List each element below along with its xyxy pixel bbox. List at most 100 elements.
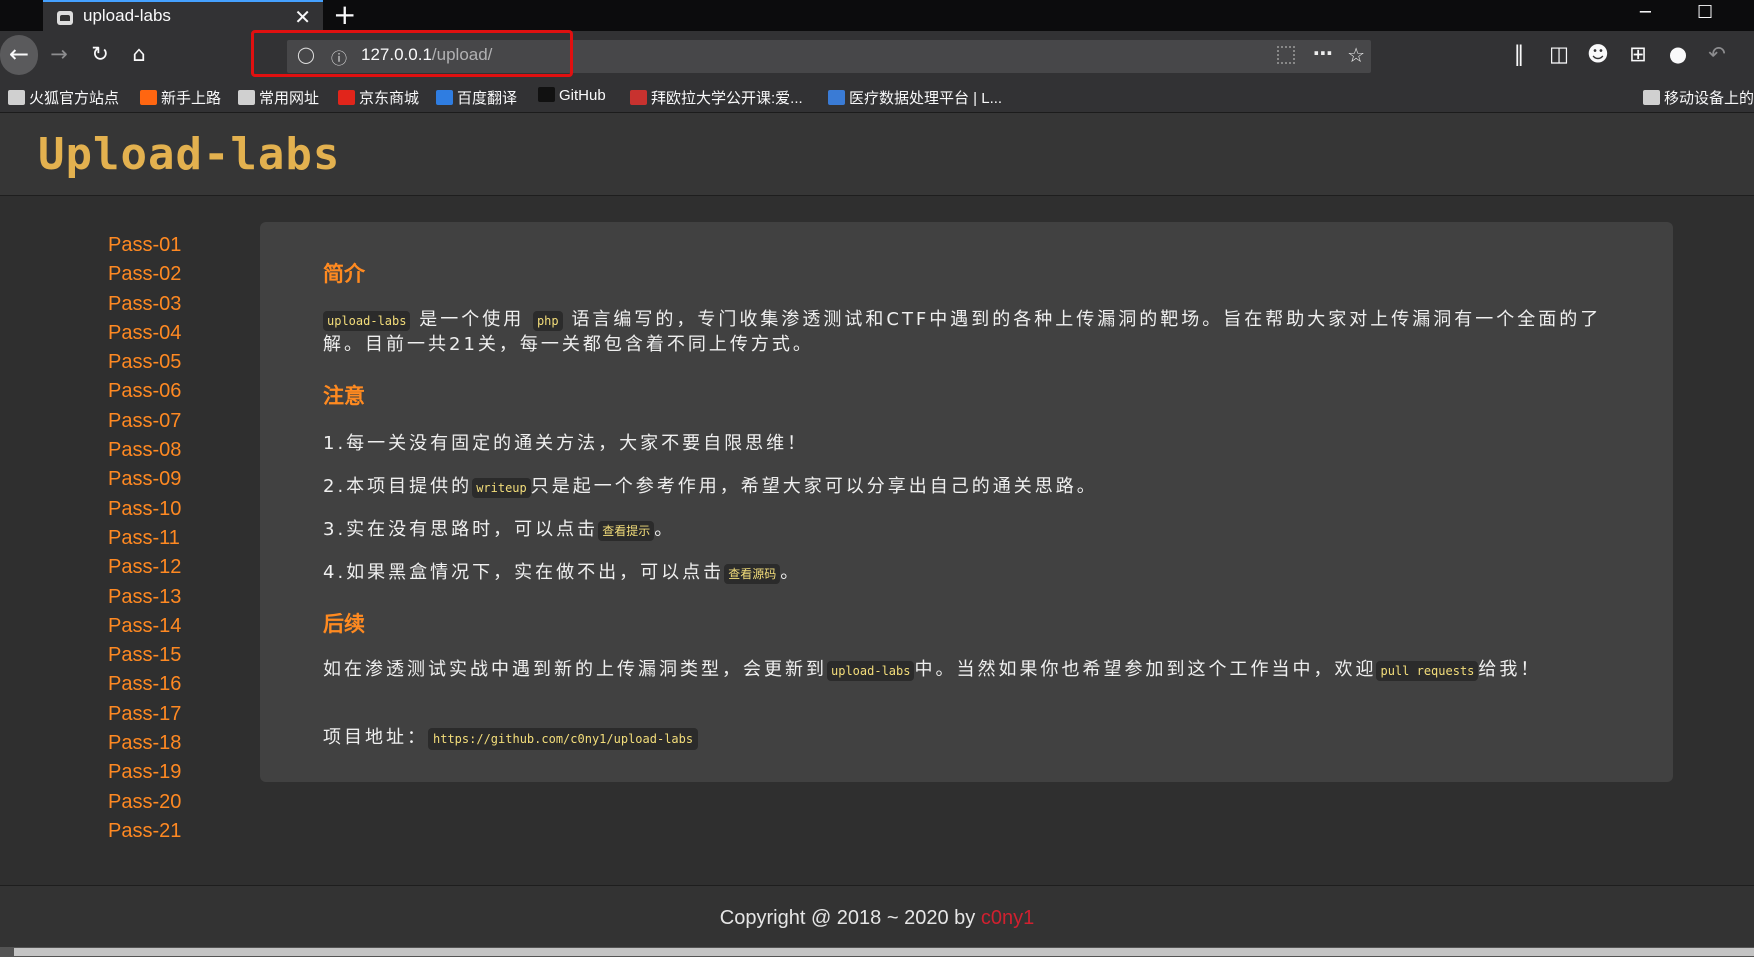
pass-link-11[interactable]: Pass-11 (108, 525, 248, 554)
diamond-icon (828, 90, 845, 105)
home-icon[interactable]: ⌂ (125, 42, 153, 66)
pass-link-19[interactable]: Pass-19 (108, 759, 248, 788)
author-link[interactable]: c0ny1 (981, 907, 1034, 929)
minimize-icon[interactable]: ─ (1640, 2, 1651, 23)
site-favicon-icon (57, 11, 73, 25)
bookmark-star-icon[interactable]: ☆ (1347, 43, 1365, 67)
bookmark-label: 医疗数据处理平台 | L... (849, 90, 1003, 107)
notice-heading: 注意 (323, 384, 365, 408)
pass-link-20[interactable]: Pass-20 (108, 789, 248, 818)
library-icon[interactable]: ‖ (1505, 42, 1533, 66)
project-address: 项目地址： https://github.com/c0ny1/upload-lab… (323, 726, 1613, 751)
bookmark-item[interactable]: 新手上路 (140, 87, 221, 108)
pass-link-17[interactable]: Pass-17 (108, 701, 248, 730)
notice-item-4-post: 。 (780, 562, 802, 583)
pass-link-05[interactable]: Pass-05 (108, 349, 248, 378)
notice-item-2-post: 只是起一个参考作用，希望大家可以分享出自己的通关思路。 (530, 476, 1098, 497)
notice-item-1: 1.每一关没有固定的通关方法，大家不要自限思维！ (323, 433, 809, 454)
bookmark-label: 移动设备上的书 (1664, 90, 1754, 107)
new-tab-button[interactable]: + (333, 0, 356, 29)
bookmark-label: 京东商城 (359, 90, 420, 107)
notice-item-2-pre: 2.本项目提供的 (323, 476, 473, 497)
site-footer: Copyright @ 2018 ~ 2020 by c0ny1 (0, 885, 1754, 947)
bookmark-label: 常用网址 (259, 90, 320, 107)
notice-item-4-pre: 4.如果黑盒情况下，实在做不出，可以点击 (323, 562, 725, 583)
github-icon (538, 87, 555, 102)
sidebar-icon[interactable]: ◫ (1545, 42, 1573, 66)
chat-icon[interactable]: ● (1664, 42, 1692, 66)
url-highlight-annotation (251, 30, 573, 77)
bookmark-item[interactable]: 百度翻译 (436, 87, 517, 108)
copyright-label: Copyright @ 2018 ~ 2020 by (719, 907, 981, 929)
pass-nav-menu: Pass-01 Pass-02 Pass-03 Pass-04 Pass-05 Pass-… (108, 232, 248, 847)
bookmark-label: 百度翻译 (457, 90, 518, 107)
pass-link-09[interactable]: Pass-09 (108, 466, 248, 495)
followup-text-post: 给我！ (1478, 659, 1542, 680)
pass-link-06[interactable]: Pass-06 (108, 378, 248, 407)
tab-bar: upload-labs ✕ + ─ ☐ (0, 0, 1754, 31)
pass-link-14[interactable]: Pass-14 (108, 613, 248, 642)
scrollbar-thumb[interactable] (14, 948, 1754, 956)
forward-arrow-icon[interactable]: → (45, 42, 73, 66)
pass-link-21[interactable]: Pass-21 (108, 818, 248, 847)
course-icon (630, 90, 647, 105)
bookmark-label: GitHub (559, 87, 606, 104)
pass-link-10[interactable]: Pass-10 (108, 496, 248, 525)
intro-text-1: 是一个使用 (419, 309, 525, 330)
site-logo[interactable]: Upload-labs (38, 129, 340, 180)
folder-icon (8, 90, 25, 105)
project-url-link[interactable]: https://github.com/c0ny1/upload-labs (428, 728, 699, 750)
content-panel: 简介 upload-labs 是一个使用 php 语言编写的，专门收集渗透测试和… (260, 222, 1673, 782)
pass-link-08[interactable]: Pass-08 (108, 437, 248, 466)
pass-link-02[interactable]: Pass-02 (108, 261, 248, 290)
notice-item-2: 2.本项目提供的 writeup 只是起一个参考作用，希望大家可以分享出自己的通关思… (323, 475, 1613, 500)
reload-icon[interactable]: ↻ (86, 42, 114, 66)
tab-close-icon[interactable]: ✕ (294, 5, 311, 30)
bookmark-item[interactable]: 常用网址 (238, 87, 319, 108)
view-hint-link[interactable]: 查看提示 (598, 521, 655, 541)
code-upload-labs-2: upload-labs (827, 661, 915, 681)
notice-item-3: 3.实在没有思路时，可以点击 查看提示。 (323, 518, 1613, 543)
firefox-icon (140, 90, 157, 105)
pass-link-07[interactable]: Pass-07 (108, 408, 248, 437)
translate-icon (436, 90, 453, 105)
followup-text-pre: 如在渗透测试实战中遇到新的上传漏洞类型，会更新到 (323, 659, 827, 680)
pass-link-04[interactable]: Pass-04 (108, 320, 248, 349)
undo-icon[interactable]: ↶ (1703, 42, 1731, 66)
project-address-label: 项目地址： (323, 727, 428, 748)
mobile-icon (1643, 90, 1660, 105)
pass-link-03[interactable]: Pass-03 (108, 291, 248, 320)
pass-link-15[interactable]: Pass-15 (108, 642, 248, 671)
qr-code-icon[interactable] (1277, 46, 1295, 64)
screenshot-crop-icon[interactable]: ⊞ (1624, 42, 1652, 66)
bookmark-item[interactable]: 京东商城 (338, 87, 419, 108)
code-writeup: writeup (472, 478, 531, 498)
bookmark-item[interactable]: 医疗数据处理平台 | L... (828, 87, 1002, 108)
pass-link-13[interactable]: Pass-13 (108, 584, 248, 613)
account-icon[interactable]: ☻ (1584, 42, 1612, 66)
bookmark-item[interactable]: GitHub (538, 87, 606, 104)
code-pull-requests: pull requests (1376, 661, 1479, 681)
pass-link-12[interactable]: Pass-12 (108, 554, 248, 583)
bookmark-item[interactable]: 拜欧拉大学公开课:爱... (630, 87, 803, 108)
bookmark-item[interactable]: 火狐官方站点 (8, 87, 119, 108)
maximize-icon[interactable]: ☐ (1697, 2, 1713, 23)
followup-paragraph: 如在渗透测试实战中遇到新的上传漏洞类型，会更新到 upload-labs 中。当然如… (323, 658, 1613, 683)
notice-item-4: 4.如果黑盒情况下，实在做不出，可以点击 查看源码。 (323, 561, 1613, 586)
pass-link-18[interactable]: Pass-18 (108, 730, 248, 759)
pass-link-16[interactable]: Pass-16 (108, 671, 248, 700)
folder-icon (238, 90, 255, 105)
notice-item-3-pre: 3.实在没有思路时，可以点击 (323, 519, 599, 540)
horizontal-scrollbar[interactable] (0, 947, 1754, 957)
bookmarks-toolbar: 火狐官方站点 新手上路 常用网址 京东商城 百度翻译 GitHub 拜欧拉大学公开课:爱..… (0, 80, 1754, 113)
page-actions-icon[interactable]: ⋯ (1313, 41, 1333, 65)
bookmark-label: 火狐官方站点 (29, 90, 120, 107)
tab-upload-labs[interactable]: upload-labs ✕ (43, 0, 323, 31)
bookmark-item[interactable]: 移动设备上的书 (1643, 87, 1754, 108)
jd-icon (338, 90, 355, 105)
back-arrow-icon[interactable]: ← (0, 35, 38, 75)
code-php: php (532, 311, 563, 331)
view-source-link[interactable]: 查看源码 (724, 564, 781, 584)
pass-link-01[interactable]: Pass-01 (108, 232, 248, 261)
code-upload-labs: upload-labs (323, 311, 411, 331)
